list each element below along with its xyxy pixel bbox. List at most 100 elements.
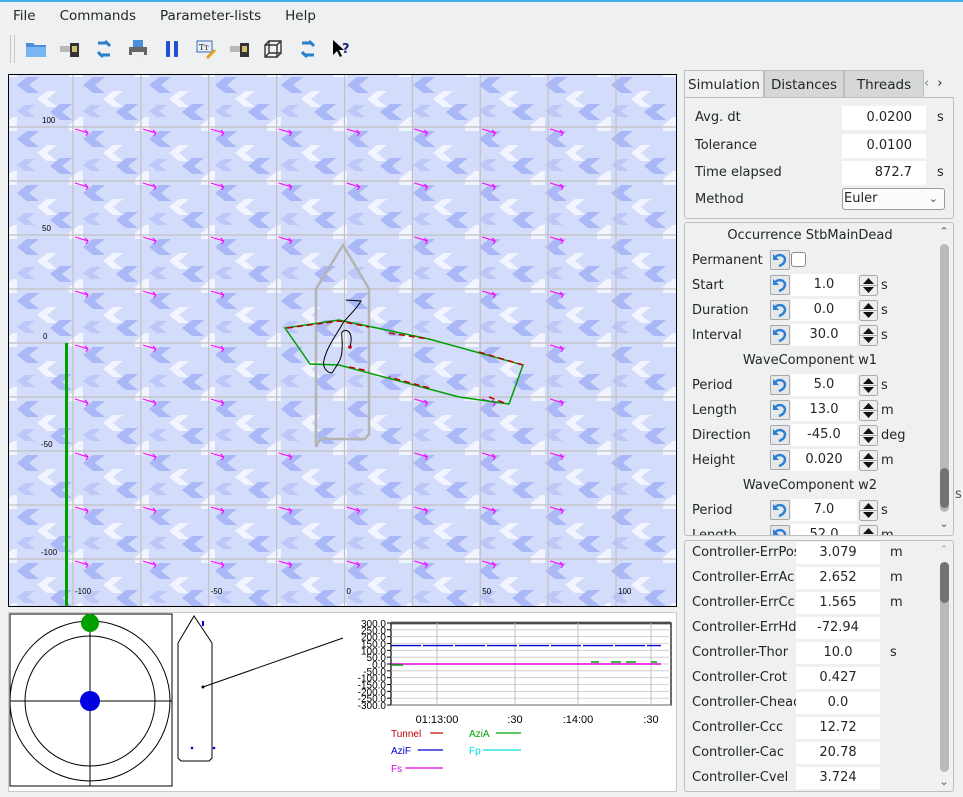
- simulation-map-view[interactable]: -100 -50 0 50 100 100 50 0 -50 -100: [8, 74, 677, 607]
- menubar: File Commands Parameter-lists Help: [0, 2, 963, 30]
- print-button[interactable]: [125, 36, 151, 62]
- undo-icon: [773, 453, 787, 468]
- controller-label: Controller-ErrPos: [692, 545, 796, 560]
- tab-scroll-left-icon[interactable]: ‹: [924, 76, 929, 91]
- menu-parameter-lists[interactable]: Parameter-lists: [148, 2, 273, 30]
- refresh-button-2[interactable]: [295, 36, 321, 62]
- map-x-tick-label: 100: [618, 587, 632, 596]
- method-select[interactable]: Euler ⌄: [842, 188, 945, 210]
- w2-period-reset-button[interactable]: [770, 500, 790, 520]
- controller-label: Controller-Thor: [692, 645, 789, 660]
- duration-reset-button[interactable]: [770, 300, 790, 320]
- whats-this-button[interactable]: ?: [329, 36, 355, 62]
- map-x-tick-label: -50: [211, 587, 223, 596]
- w1-direction-input[interactable]: -45.0: [791, 424, 857, 446]
- params-scrollbar-thumb[interactable]: [940, 468, 949, 508]
- duration-spinner[interactable]: [859, 300, 878, 321]
- params-scroll-down-icon[interactable]: ⌄: [937, 517, 951, 530]
- w1-length-spinner[interactable]: [859, 400, 878, 421]
- svg-text:Tт: Tт: [199, 43, 209, 52]
- method-row: Method Euler ⌄: [695, 188, 950, 212]
- menu-help[interactable]: Help: [273, 2, 328, 30]
- map-canvas: -100 -50 0 50 100 100 50 0 -50 -100: [9, 75, 676, 606]
- tab-distances[interactable]: Distances: [764, 70, 844, 98]
- controller-label: Controller-Ccc: [692, 720, 784, 735]
- menu-commands[interactable]: Commands: [48, 2, 148, 30]
- menu-file[interactable]: File: [0, 2, 48, 30]
- map-x-tick-label: -100: [75, 587, 92, 596]
- start-input[interactable]: 1.0: [791, 274, 857, 296]
- controller-row: Controller-Ccc 12.72: [692, 717, 932, 739]
- cube-button[interactable]: [261, 36, 287, 62]
- w1-period-spinner[interactable]: [859, 375, 878, 396]
- params-scroll-up-icon[interactable]: ⌃: [937, 225, 951, 238]
- toolbar-handle[interactable]: [10, 35, 15, 63]
- time-elapsed-value: 872.7: [842, 161, 926, 185]
- w2-period-spinner[interactable]: [859, 500, 878, 521]
- camera-button[interactable]: [57, 36, 83, 62]
- controller-value: 20.78: [796, 742, 880, 764]
- w1-height-reset-button[interactable]: [770, 450, 790, 470]
- avg-dt-unit: s: [937, 110, 944, 125]
- controller-label: Controller-ErrAc: [692, 570, 795, 585]
- refresh-icon: [96, 39, 112, 59]
- tab-threads[interactable]: Threads: [844, 70, 924, 98]
- w2-length-spinner[interactable]: [859, 525, 878, 536]
- parameter-list: Occurrence StbMainDead Permanent Start 1…: [684, 222, 954, 536]
- w1-direction-reset-button[interactable]: [770, 425, 790, 445]
- pause-button[interactable]: [159, 36, 185, 62]
- tolerance-value[interactable]: 0.0100: [842, 134, 926, 158]
- controller-value: -72.94: [796, 617, 880, 639]
- interval-input[interactable]: 30.0: [791, 324, 857, 346]
- controller-row: Controller-ErrPos 3.079 m: [692, 542, 932, 564]
- w2-period-unit: s: [881, 503, 888, 518]
- permanent-checkbox[interactable]: [791, 252, 806, 267]
- start-spinner[interactable]: [859, 275, 878, 296]
- thruster-time-chart: 300.0250.0200.0150.0100.050.00.0-50.0-10…: [358, 619, 672, 775]
- w1-period-unit: s: [881, 378, 888, 393]
- w1-height-input[interactable]: 0.020: [791, 449, 857, 471]
- open-button[interactable]: [23, 36, 49, 62]
- w1-length-row: Length 13.0 m: [692, 399, 932, 423]
- refresh-button[interactable]: [91, 36, 117, 62]
- undo-icon: [773, 503, 787, 518]
- undo-icon: [773, 303, 787, 318]
- w1-direction-spinner[interactable]: [859, 425, 878, 446]
- controller-scroll-up-icon[interactable]: ⌃: [937, 543, 951, 556]
- camera-icon: [230, 43, 249, 57]
- start-label: Start: [692, 278, 724, 293]
- controller-value: 10.0: [796, 642, 880, 664]
- w1-length-reset-button[interactable]: [770, 400, 790, 420]
- w1-height-spinner[interactable]: [859, 450, 878, 471]
- interval-label: Interval: [692, 328, 742, 343]
- permanent-reset-button[interactable]: [770, 250, 790, 270]
- text-edit-button[interactable]: Tт: [193, 36, 219, 62]
- w2-title: WaveComponent w2: [742, 478, 878, 493]
- w1-height-unit: m: [881, 453, 894, 468]
- interval-reset-button[interactable]: [770, 325, 790, 345]
- w1-height-label: Height: [692, 453, 735, 468]
- controller-scroll-down-icon[interactable]: ⌄: [937, 775, 951, 788]
- map-y-tick-label: -50: [41, 440, 53, 449]
- controller-row: Controller-Cac 20.78: [692, 742, 932, 764]
- w1-length-input[interactable]: 13.0: [791, 399, 857, 421]
- interval-spinner[interactable]: [859, 325, 878, 346]
- camera-button-2[interactable]: [227, 36, 253, 62]
- permanent-label: Permanent: [692, 253, 763, 268]
- w2-period-input[interactable]: 7.0: [791, 499, 857, 521]
- w2-period-label: Period: [692, 503, 733, 518]
- w2-length-input[interactable]: 52.0: [791, 524, 857, 535]
- w1-direction-unit: deg: [881, 428, 906, 443]
- duration-input[interactable]: 0.0: [791, 299, 857, 321]
- controller-scrollbar-thumb[interactable]: [940, 562, 949, 603]
- start-reset-button[interactable]: [770, 275, 790, 295]
- tab-simulation[interactable]: Simulation: [684, 70, 764, 98]
- time-elapsed-row: Time elapsed 872.7 s: [695, 161, 950, 185]
- controller-unit: m: [890, 570, 903, 585]
- thrust-bar: [65, 343, 68, 606]
- tab-scroll-right-icon[interactable]: ›: [937, 76, 942, 91]
- w2-length-reset-button[interactable]: [770, 525, 790, 535]
- whats-this-help-icon: ?: [333, 40, 350, 57]
- w1-period-reset-button[interactable]: [770, 375, 790, 395]
- w1-period-input[interactable]: 5.0: [791, 374, 857, 396]
